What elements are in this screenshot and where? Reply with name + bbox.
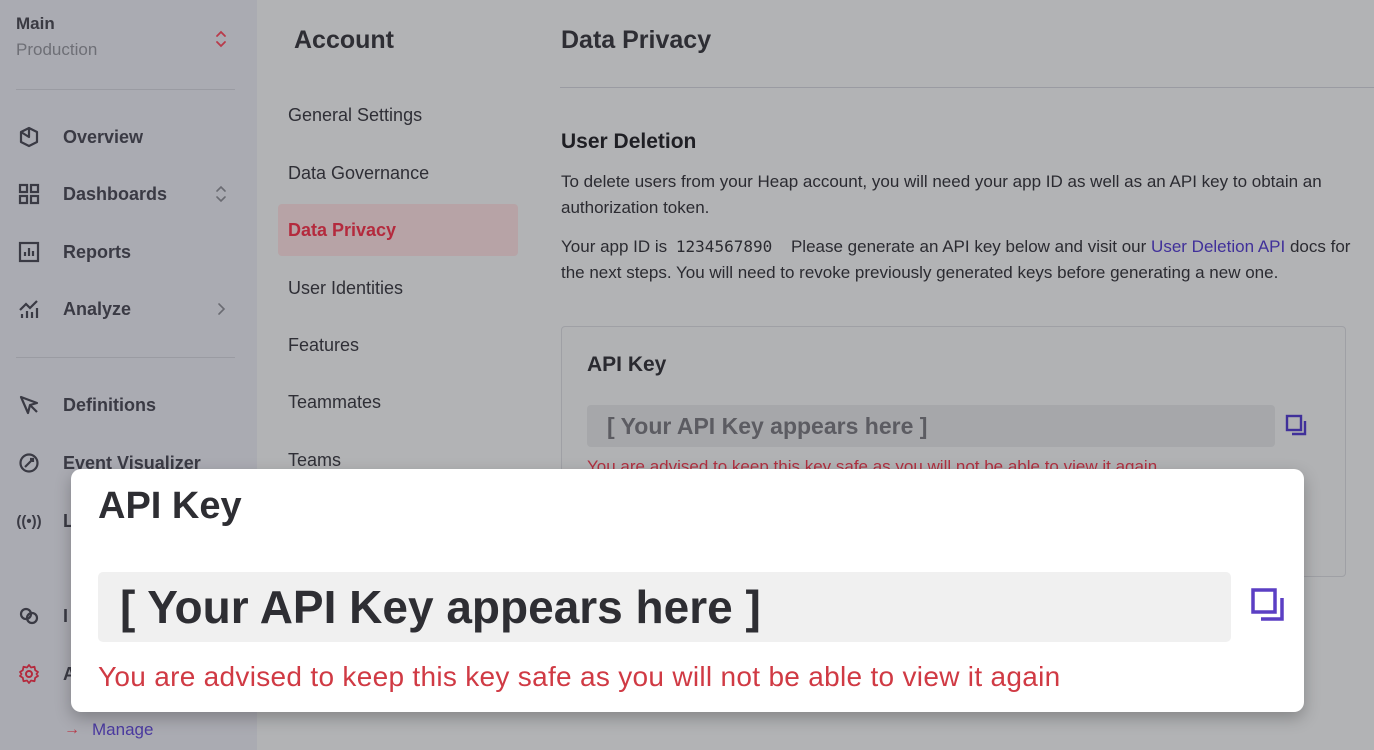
dashboards-icon [16, 181, 42, 207]
environment-sub: Production [16, 40, 98, 59]
nav-divider [16, 89, 235, 90]
callout-warning: You are advised to keep this key safe as… [98, 661, 1061, 692]
deletion-intro-text: To delete users from your Heap account, … [561, 172, 1322, 217]
integrations-icon [16, 603, 42, 629]
analyze-icon [16, 296, 42, 322]
event-visualizer-icon [16, 450, 42, 476]
settings-icon [16, 661, 42, 687]
copy-icon[interactable] [1249, 586, 1289, 626]
manage-label: Manage [92, 720, 154, 739]
nav-item-manage[interactable]: → Manage [64, 720, 153, 740]
api-key-callout: API Key [ Your API Key appears here ] Yo… [71, 469, 1304, 712]
user-deletion-api-link[interactable]: User Deletion API [1151, 237, 1285, 256]
subnav-item-user-identities[interactable]: User Identities [278, 262, 518, 314]
app-id-mid: Please generate an API key below and vis… [790, 237, 1147, 256]
app-id-value: 1234567890 [675, 237, 773, 256]
callout-title: API Key [98, 485, 242, 527]
nav-divider [16, 357, 235, 358]
overview-icon [16, 124, 42, 150]
environment-switcher[interactable]: Main Production [16, 14, 236, 60]
copy-icon[interactable] [1284, 413, 1310, 439]
header-divider [560, 87, 1374, 88]
live-icon: ((•)) [16, 512, 42, 530]
expand-chevron-icon [216, 185, 226, 203]
callout-api-key-field[interactable]: [ Your API Key appears here ] [98, 572, 1231, 642]
app-id-prefix: Your app ID is [561, 237, 668, 256]
nav-label: I [63, 605, 69, 626]
nav-label: Overview [63, 126, 144, 147]
reports-icon [16, 239, 42, 265]
nav-label: Definitions [63, 394, 156, 415]
nav-label: Analyze [63, 298, 132, 319]
chevron-right-icon [218, 303, 226, 315]
nav-label: Dashboards [63, 183, 168, 204]
subnav-item-teammates[interactable]: Teammates [278, 376, 518, 428]
definitions-icon [16, 392, 42, 418]
nav-label: Reports [63, 241, 132, 262]
api-key-field[interactable]: [ Your API Key appears here ] [587, 405, 1275, 447]
subnav-item-features[interactable]: Features [278, 319, 518, 371]
nav-item-definitions[interactable]: Definitions [16, 387, 236, 423]
nav-item-overview[interactable]: Overview [16, 119, 236, 155]
section-title: User Deletion [561, 130, 697, 153]
api-key-card-title: API Key [587, 353, 667, 376]
nav-item-dashboards[interactable]: Dashboards [16, 176, 236, 212]
subnav-item-general-settings[interactable]: General Settings [278, 89, 518, 141]
environment-name: Main [16, 14, 55, 33]
nav-item-analyze[interactable]: Analyze [16, 291, 236, 327]
nav-item-reports[interactable]: Reports [16, 234, 236, 270]
subnav-item-data-privacy[interactable]: Data Privacy [278, 204, 518, 256]
subnav-title: Account [294, 26, 394, 54]
expand-chevron-icon[interactable] [214, 28, 228, 50]
page-title: Data Privacy [561, 26, 712, 54]
arrow-right-icon: → [64, 721, 80, 738]
subnav-item-data-governance[interactable]: Data Governance [278, 147, 518, 199]
app-id-text: Your app ID is 1234567890 Please generat… [561, 234, 1351, 286]
